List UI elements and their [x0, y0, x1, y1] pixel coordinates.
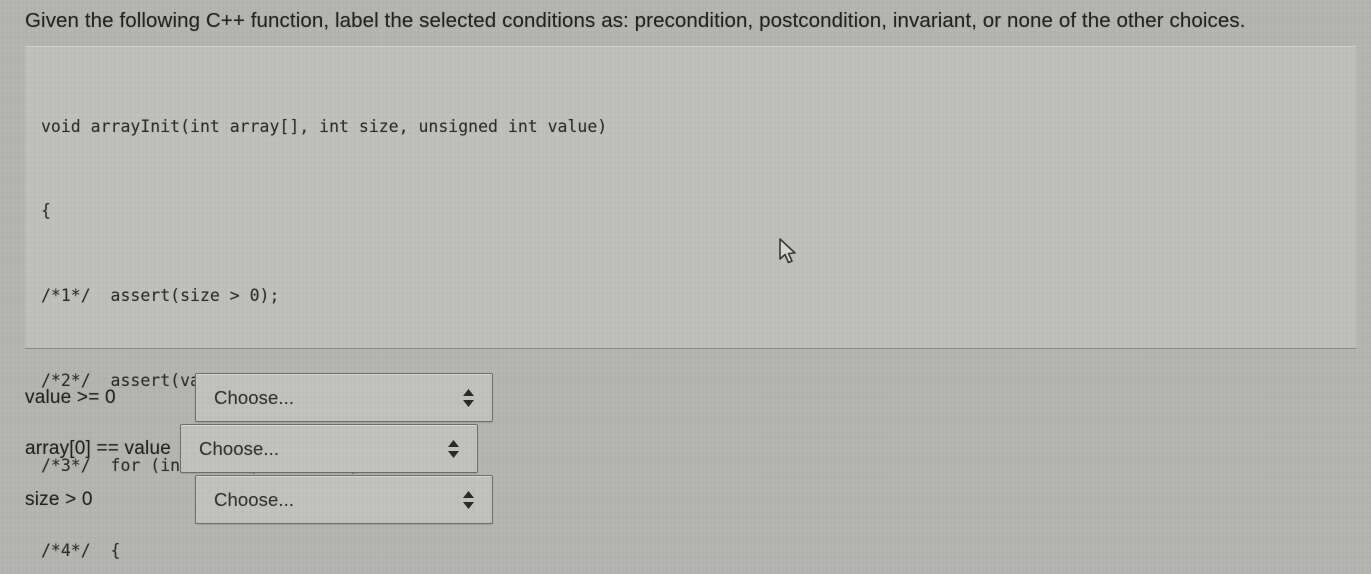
answer-row-value-ge-0: value >= 0 Choose...: [0, 372, 1371, 423]
answer-select-2[interactable]: Choose...: [180, 424, 478, 473]
updown-spinner-icon[interactable]: [462, 388, 475, 408]
answer-rows: value >= 0 Choose... array[0] == value C…: [0, 372, 1371, 525]
code-line: /*1*/ assert(size > 0);: [41, 286, 280, 306]
code-line: void arrayInit(int array[], int size, un…: [41, 116, 608, 136]
select-value: Choose...: [214, 488, 295, 510]
answer-select-1[interactable]: Choose...: [195, 373, 493, 422]
condition-label: size > 0: [25, 488, 93, 510]
condition-label: array[0] == value: [25, 437, 171, 459]
question-prompt: Given the following C++ function, label …: [25, 9, 1246, 32]
updown-spinner-icon[interactable]: [447, 439, 460, 459]
code-line: /*4*/ {: [41, 541, 121, 561]
updown-spinner-icon[interactable]: [462, 490, 475, 510]
answer-select-3[interactable]: Choose...: [195, 475, 493, 524]
answer-row-size-gt-0: size > 0 Choose...: [0, 474, 1371, 525]
condition-label: value >= 0: [25, 386, 116, 408]
select-value: Choose...: [199, 437, 280, 459]
answer-row-array0-eq-value: array[0] == value Choose...: [0, 423, 1371, 474]
code-line: {: [41, 201, 51, 221]
select-value: Choose...: [214, 386, 295, 408]
code-block-panel: void arrayInit(int array[], int size, un…: [25, 46, 1356, 560]
question-page: Given the following C++ function, label …: [0, 0, 1371, 574]
